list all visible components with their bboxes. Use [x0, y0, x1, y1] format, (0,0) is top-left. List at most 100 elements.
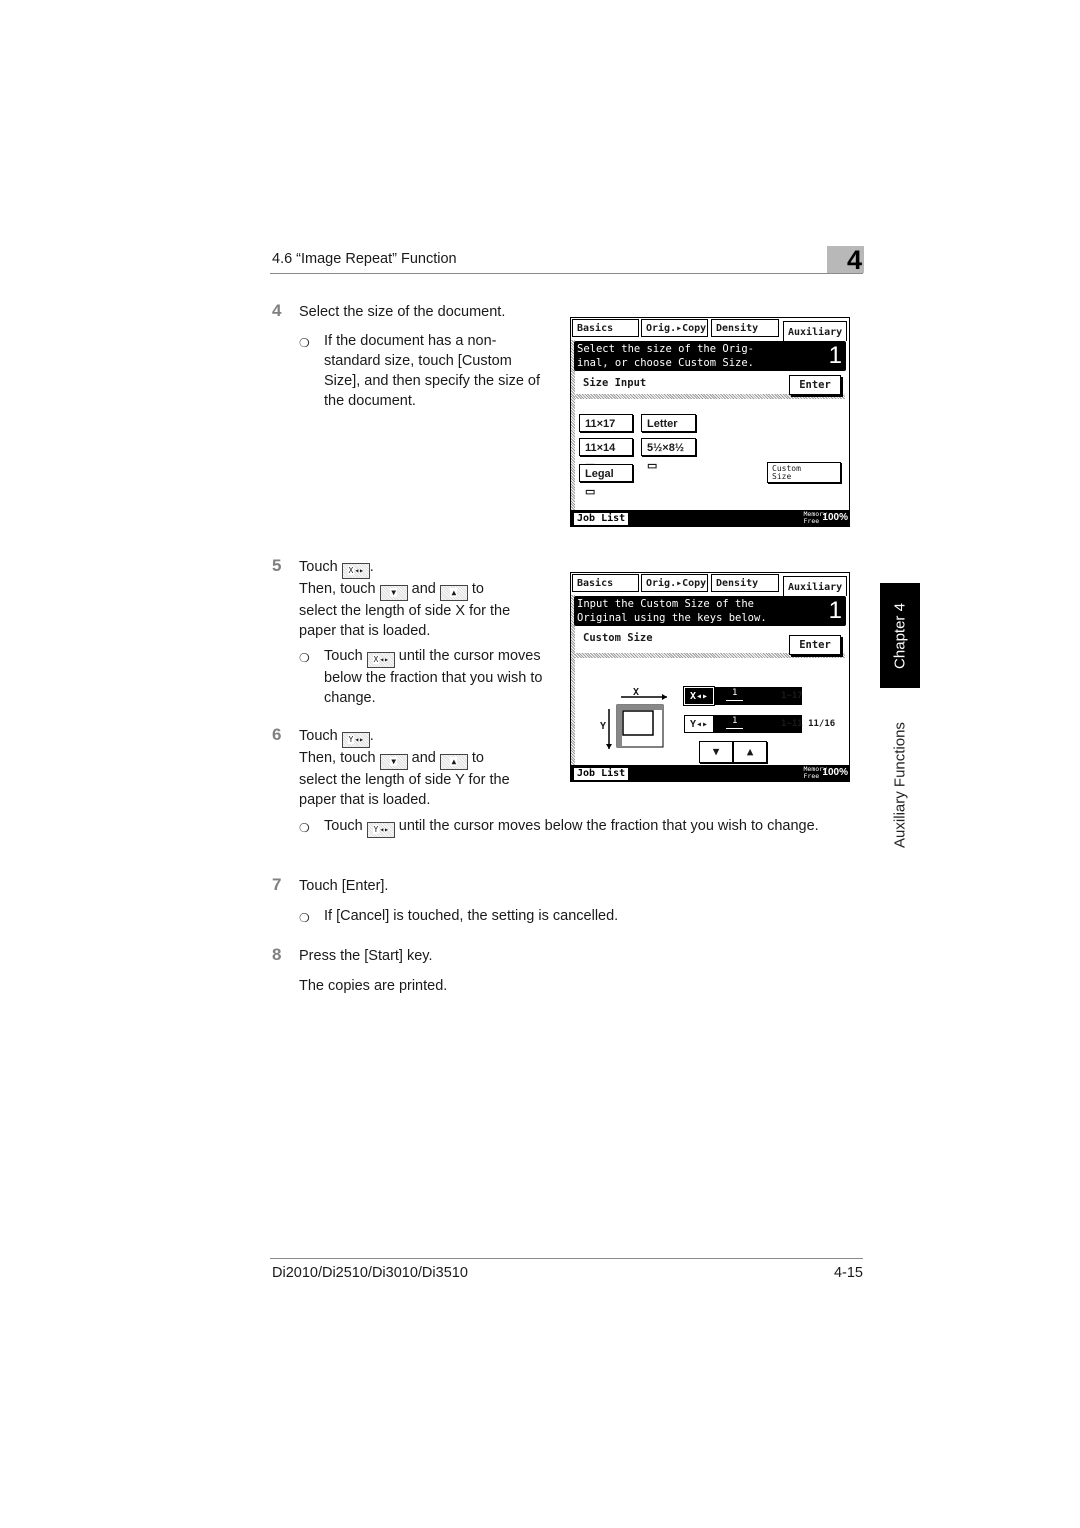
tab-bar: Basics Orig.▸Copy Density Auxiliary [571, 573, 849, 596]
x-value: 1 [726, 687, 744, 701]
tab-density[interactable]: Density [711, 319, 779, 337]
tab-auxiliary[interactable]: Auxiliary [783, 321, 847, 341]
chapter-number: 4 [846, 245, 862, 275]
enter-button[interactable]: Enter [789, 375, 841, 395]
job-list-button[interactable]: Job List [573, 767, 630, 781]
tab-auxiliary[interactable]: Auxiliary [783, 576, 847, 596]
tab-basics[interactable]: Basics [572, 319, 639, 337]
step-text: Touch [Enter]. [299, 878, 389, 894]
step-number: 6 [272, 725, 282, 744]
tab-orig-copy[interactable]: Orig.▸Copy [641, 319, 708, 337]
tab-bar: Basics Orig.▸Copy Density Auxiliary [571, 318, 849, 341]
document-outline [622, 710, 654, 736]
step-text-part: and [411, 750, 436, 766]
step-text-part: Then, touch [299, 750, 376, 766]
step-text-part: Touch [324, 818, 363, 834]
bullet-icon: ❍ [299, 336, 310, 350]
size-label: 11×14 [585, 442, 616, 454]
step-text-part: to [471, 750, 484, 766]
section-side-tab: Auxiliary Functions [880, 695, 920, 875]
diagram-x-label: X [633, 687, 640, 698]
step-number: 7 [272, 875, 282, 894]
size-5-5x8-5-button[interactable]: 5½×8½ ▭ [641, 438, 696, 472]
step-text-part: to [471, 581, 484, 597]
step-bullet-text: If the document has a non-standard size,… [324, 333, 541, 409]
job-list-button[interactable]: Job List [573, 512, 630, 526]
custom-size-button[interactable]: Custom Size [767, 462, 841, 483]
section-title: 4.6 “Image Repeat” Function [272, 251, 457, 267]
step-text-part: until the cursor moves below the fractio… [398, 818, 819, 834]
memory-value: 100% [822, 512, 848, 523]
enter-button[interactable]: Enter [789, 635, 841, 655]
y-arrowhead [606, 744, 612, 749]
size-label: 5½×8½ [647, 442, 685, 454]
custom-size-label: Size [772, 472, 792, 481]
y-key-icon: Y◂▸ [341, 732, 370, 748]
x-range-label: 1~17 [781, 691, 803, 701]
step-text-part: Touch [299, 559, 338, 575]
x-key-icon: X◂▸ [366, 652, 395, 668]
message-line: inal, or choose Custom Size. [577, 357, 755, 369]
down-arrow-icon: ▼ [379, 754, 408, 770]
step-note: The copies are printed. [299, 978, 448, 994]
tab-orig-copy[interactable]: Orig.▸Copy [641, 574, 708, 592]
decrease-button[interactable]: ▼ [699, 741, 733, 763]
diagram-y-label: Y [600, 721, 607, 732]
status-bar: Job List Memory Free 100% [571, 510, 849, 526]
size-11x14-button[interactable]: 11×14 ▭ [579, 438, 633, 472]
step-text: Touch Y◂▸. Then, touch ▼ and ▲ to select… [299, 726, 549, 810]
glass-edge [617, 705, 622, 747]
size-label: Letter [647, 418, 678, 430]
copy-count: 1 [828, 342, 842, 369]
size-label: Legal [585, 468, 614, 480]
step-text-part: select the length of side Y for the pape… [299, 772, 510, 808]
status-bar: Job List Memory Free 100% [571, 765, 849, 781]
step-bullet-text: If [Cancel] is touched, the setting is c… [324, 908, 619, 924]
message-box: Input the Custom Size of the Original us… [574, 596, 846, 626]
y-key-icon: Y◂▸ [366, 822, 395, 838]
size-legal-button[interactable]: Legal ▭ [579, 464, 633, 498]
bullet-icon: ❍ [299, 821, 310, 835]
footer-models: Di2010/Di2510/Di3010/Di3510 [272, 1265, 468, 1281]
y-range-label: 1~11 11/16 [781, 719, 836, 729]
increase-button[interactable]: ▲ [733, 741, 767, 763]
size-label: 11×17 [585, 418, 616, 430]
up-arrow-icon: ▲ [439, 754, 468, 770]
step-number: 4 [272, 301, 282, 320]
step-text-part: and [411, 581, 436, 597]
y-select-key[interactable]: Y◂▸ [684, 715, 714, 733]
step-number: 5 [272, 556, 282, 575]
bullet-icon: ❍ [299, 911, 310, 925]
size-letter-button[interactable]: Letter ▭ [641, 414, 696, 448]
step-number: 8 [272, 945, 282, 964]
y-value: 1 [726, 715, 744, 729]
step-text-part: select the length of side X for the pape… [299, 603, 511, 639]
x-select-key[interactable]: X◂▸ [683, 686, 715, 706]
down-arrow-icon: ▼ [379, 585, 408, 601]
header-divider [270, 273, 863, 274]
section-side-label: Auxiliary Functions [891, 722, 909, 848]
tab-density[interactable]: Density [711, 574, 779, 592]
tab-basics[interactable]: Basics [572, 574, 639, 592]
step-text: Select the size of the document. [299, 304, 506, 320]
step-text-part: Then, touch [299, 581, 376, 597]
copy-count: 1 [828, 597, 842, 624]
size-11x17-button[interactable]: 11×17 ▭ [579, 414, 633, 448]
footer-divider [270, 1258, 863, 1259]
bullet-icon: ❍ [299, 651, 310, 665]
x-key-icon: X◂▸ [341, 563, 370, 579]
chapter-side-label: Chapter 4 [891, 602, 909, 669]
up-arrow-icon: ▲ [439, 585, 468, 601]
lcd-screen-size-input: Basics Orig.▸Copy Density Auxiliary Sele… [570, 317, 850, 527]
glass-edge [617, 705, 663, 710]
message-line: Select the size of the Orig- [577, 343, 755, 355]
step-text-part: . [369, 728, 374, 744]
step-text-part: Touch [324, 648, 363, 664]
step-text-part: Touch [299, 728, 338, 744]
step-bullet-text: Touch Y◂▸ until the cursor moves below t… [324, 816, 834, 838]
step-bullet-text: Touch X◂▸ until the cursor moves below t… [324, 646, 544, 708]
chapter-number-box: 4 [827, 245, 864, 275]
lcd-screen-custom-size: Basics Orig.▸Copy Density Auxiliary Inpu… [570, 572, 850, 782]
memory-value: 100% [822, 767, 848, 778]
step-text: Touch X◂▸. Then, touch ▼ and ▲ to select… [299, 557, 549, 641]
